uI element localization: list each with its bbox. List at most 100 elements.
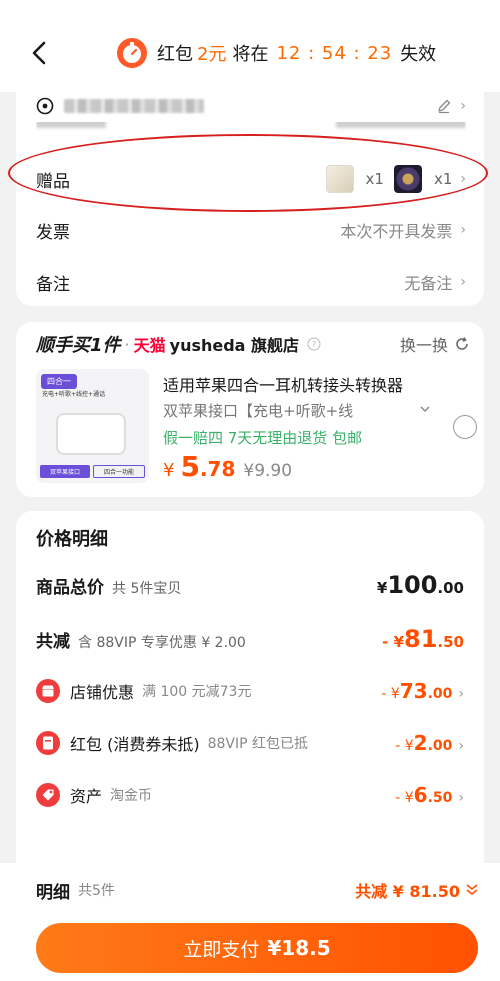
dot-separator: ·: [124, 334, 130, 354]
adapter-device-shape: [56, 413, 126, 455]
saving-amount: 共减 ¥ 81.50: [355, 882, 460, 901]
addon-product-card: 顺手买1件 · 天猫 yusheda 旗舰店 ? 换一换 四合一 充电+听歌+线…: [16, 322, 484, 497]
price-integer: 5: [180, 450, 200, 483]
amount-decimal: .00: [427, 738, 453, 754]
amount-integer: 81: [404, 625, 438, 653]
swap-label: 换一换: [399, 336, 448, 355]
question-icon[interactable]: ?: [307, 337, 321, 351]
image-footer: 双苹果接口 四合一功能: [40, 465, 145, 478]
currency-symbol: - ¥: [395, 738, 414, 754]
redacted-address: [64, 99, 204, 113]
location-pin-icon: [36, 97, 54, 115]
shop-discount-label: 店铺优惠: [70, 683, 135, 702]
refresh-icon: [456, 337, 468, 350]
stopwatch-icon: [117, 38, 147, 68]
note-label: 备注: [36, 274, 70, 295]
total-discount-label: 共减: [36, 632, 70, 652]
red-packet-amount: - ¥2.00 ›: [395, 731, 464, 755]
price-currency: ¥: [163, 460, 175, 481]
address-row[interactable]: ›: [36, 92, 466, 120]
currency-symbol: - ¥: [395, 790, 414, 806]
image-foot-2: 四合一功能: [93, 465, 145, 478]
timer-mid-text: 将在: [232, 44, 269, 65]
assets-row[interactable]: 资产 淘金币 - ¥6.50 ›: [36, 783, 464, 807]
amount-decimal: .50: [427, 790, 453, 806]
chevron-right-icon: ›: [458, 738, 464, 754]
total-discount-row: 共减 含 88VIP 专享优惠 ¥ 2.00 - ¥81.50: [36, 625, 464, 653]
red-packet-icon: [36, 731, 60, 755]
amount-integer: 6: [413, 783, 428, 807]
detail-summary-row[interactable]: 明细 共5件 共减 ¥ 81.50: [36, 877, 480, 903]
pay-label: 立即支付: [183, 938, 260, 961]
assets-note: 淘金币: [110, 788, 153, 804]
amount-decimal: .50: [437, 633, 464, 651]
price-decimal: .78: [199, 457, 236, 481]
assets-label: 资产: [70, 787, 103, 806]
pencil-icon: [438, 99, 451, 114]
detail-count: 共5件: [78, 883, 115, 899]
tag-icon: [36, 783, 60, 807]
goods-total-label: 商品总价: [36, 578, 104, 598]
countdown-clock: 12 : 54 : 23: [276, 42, 393, 64]
image-tag: 四合一: [41, 374, 77, 389]
product-services: 假一赔四 7天无理由退货 包邮: [163, 429, 363, 447]
amount-decimal: .00: [427, 686, 453, 702]
timer-label: 红包: [157, 44, 193, 65]
shop-name[interactable]: yusheda 旗舰店: [170, 332, 299, 356]
currency-symbol: - ¥: [381, 686, 400, 702]
red-packet-countdown: 红包 2元 将在 12 : 54 : 23 失效: [116, 36, 436, 70]
price-detail-title: 价格明细: [36, 529, 108, 550]
pay-now-button[interactable]: 立即支付 ¥18.5: [36, 923, 478, 973]
addon-brand-label: 顺手买1件: [36, 335, 121, 356]
chevron-down-icon[interactable]: [418, 402, 432, 416]
detail-saving: 共减 ¥ 81.50: [355, 878, 480, 902]
shop-discount-note: 满 100 元减73元: [142, 684, 252, 700]
timer-amount: 2元: [197, 44, 227, 65]
select-addon-radio[interactable]: [453, 415, 477, 439]
shop-discount-row[interactable]: 店铺优惠 满 100 元减73元 - ¥73.00 ›: [36, 679, 464, 703]
vip-discount-note: 含 88VIP 专享优惠 ¥ 2.00: [78, 635, 246, 651]
goods-total-row: 商品总价 共 5件宝贝 ¥100.00: [36, 571, 464, 599]
chevron-right-icon: ›: [458, 790, 464, 806]
currency-symbol: - ¥: [382, 633, 405, 651]
product-spec[interactable]: 双苹果接口【充电+听歌+线: [163, 400, 413, 421]
red-packet-label: 红包 (消费券未抵): [70, 735, 200, 754]
original-price: ¥9.90: [243, 461, 293, 481]
goods-total-amount: ¥100.00: [377, 571, 464, 599]
top-bar: 红包 2元 将在 12 : 54 : 23 失效: [0, 0, 500, 92]
image-subtitle: 充电+听歌+线控+通话: [42, 391, 106, 398]
shop-discount-amount: - ¥73.00 ›: [381, 679, 464, 703]
image-foot-1: 双苹果接口: [40, 465, 90, 478]
svg-text:?: ?: [312, 340, 316, 349]
address-edit[interactable]: ›: [436, 98, 466, 114]
pay-amount: ¥18.5: [267, 936, 331, 960]
total-discount-amount: - ¥81.50: [382, 625, 464, 653]
chevron-right-icon: ›: [458, 686, 464, 702]
amount-decimal: .00: [437, 579, 464, 597]
note-row[interactable]: 备注 无备注 ›: [36, 267, 466, 297]
red-packet-note: 88VIP 红包已抵: [207, 736, 308, 752]
back-arrow-icon[interactable]: [30, 38, 48, 68]
product-price: ¥ 5 .78 ¥9.90: [163, 450, 292, 483]
product-image[interactable]: 四合一 充电+听歌+线控+通话 双苹果接口 四合一功能: [36, 369, 149, 483]
red-packet-row[interactable]: 红包 (消费券未抵) 88VIP 红包已抵 - ¥2.00 ›: [36, 731, 464, 755]
tmall-logo: 天猫: [133, 336, 166, 355]
invoice-row[interactable]: 发票 本次不开具发票 ›: [36, 215, 466, 245]
amount-integer: 100: [387, 571, 438, 599]
note-value: 无备注: [404, 274, 453, 293]
amount-integer: 73: [399, 679, 428, 703]
assets-amount: - ¥6.50 ›: [395, 783, 464, 807]
checkout-footer: 明细 共5件 共减 ¥ 81.50 立即支付 ¥18.5: [0, 863, 500, 981]
invoice-value: 本次不开具发票: [340, 222, 453, 241]
gift-highlight-oval: [8, 134, 488, 212]
product-title[interactable]: 适用苹果四合一耳机转接头转换器: [163, 372, 403, 396]
invoice-label: 发票: [36, 222, 70, 243]
timer-suffix: 失效: [400, 44, 437, 65]
cropped-address-line: [36, 122, 466, 132]
swap-button[interactable]: 换一换: [400, 332, 470, 356]
detail-label: 明细: [36, 882, 70, 903]
double-chevron-down-icon: [466, 884, 478, 895]
chevron-right-icon: ›: [460, 222, 466, 238]
chevron-right-icon: ›: [460, 98, 466, 114]
goods-count: 共 5件宝贝: [112, 581, 182, 597]
